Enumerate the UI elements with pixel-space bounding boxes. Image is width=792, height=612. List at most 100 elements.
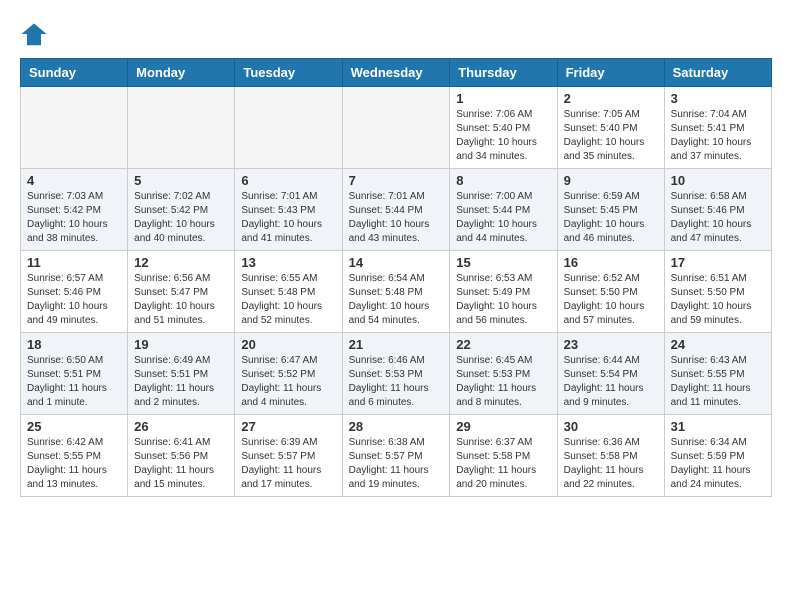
calendar-day-cell: 9 Sunrise: 6:59 AM Sunset: 5:45 PM Daylig… — [557, 169, 664, 251]
day-info: Sunrise: 6:44 AM Sunset: 5:54 PM Dayligh… — [564, 354, 658, 410]
day-number: 31 — [671, 419, 765, 434]
calendar-day-cell: 19 Sunrise: 6:49 AM Sunset: 5:51 PM Dayli… — [128, 333, 235, 415]
calendar-day-cell: 3 Sunrise: 7:04 AM Sunset: 5:41 PM Daylig… — [664, 87, 771, 169]
day-number: 22 — [456, 337, 550, 352]
day-info: Sunrise: 6:52 AM Sunset: 5:50 PM Dayligh… — [564, 272, 658, 328]
day-info: Sunrise: 6:59 AM Sunset: 5:45 PM Dayligh… — [564, 190, 658, 246]
calendar-day-cell: 2Sunrise: 7:05 AM Sunset: 5:40 PM Daylig… — [557, 87, 664, 169]
day-number: 23 — [564, 337, 658, 352]
day-number: 10 — [671, 173, 765, 188]
calendar-day-cell: 25Sunrise: 6:42 AM Sunset: 5:55 PM Dayli… — [21, 415, 128, 497]
column-header-friday: Friday — [557, 59, 664, 87]
day-info: Sunrise: 6:41 AM Sunset: 5:56 PM Dayligh… — [134, 436, 228, 492]
day-info: Sunrise: 7:00 AM Sunset: 5:44 PM Dayligh… — [456, 190, 550, 246]
day-number: 19 — [134, 337, 228, 352]
day-info: Sunrise: 6:36 AM Sunset: 5:58 PM Dayligh… — [564, 436, 658, 492]
day-number: 13 — [241, 255, 335, 270]
day-info: Sunrise: 7:01 AM Sunset: 5:43 PM Dayligh… — [241, 190, 335, 246]
calendar-day-cell: 12Sunrise: 6:56 AM Sunset: 5:47 PM Dayli… — [128, 251, 235, 333]
calendar-day-cell: 1 Sunrise: 7:06 AM Sunset: 5:40 PM Daylig… — [450, 87, 557, 169]
day-info: Sunrise: 6:49 AM Sunset: 5:51 PM Dayligh… — [134, 354, 228, 410]
calendar-day-cell — [128, 87, 235, 169]
day-number: 17 — [671, 255, 765, 270]
calendar-day-cell: 15Sunrise: 6:53 AM Sunset: 5:49 PM Dayli… — [450, 251, 557, 333]
calendar-day-cell: 23 Sunrise: 6:44 AM Sunset: 5:54 PM Dayli… — [557, 333, 664, 415]
day-info: Sunrise: 7:02 AM Sunset: 5:42 PM Dayligh… — [134, 190, 228, 246]
day-info: Sunrise: 7:05 AM Sunset: 5:40 PM Dayligh… — [564, 108, 658, 164]
day-number: 24 — [671, 337, 765, 352]
day-number: 4 — [27, 173, 121, 188]
day-number: 6 — [241, 173, 335, 188]
calendar-week-row: 4 Sunrise: 7:03 AM Sunset: 5:42 PM Daylig… — [21, 169, 772, 251]
day-info: Sunrise: 6:42 AM Sunset: 5:55 PM Dayligh… — [27, 436, 121, 492]
calendar-day-cell: 27 Sunrise: 6:39 AM Sunset: 5:57 PM Dayli… — [235, 415, 342, 497]
calendar-day-cell: 13 Sunrise: 6:55 AM Sunset: 5:48 PM Dayli… — [235, 251, 342, 333]
calendar-day-cell: 31 Sunrise: 6:34 AM Sunset: 5:59 PM Dayli… — [664, 415, 771, 497]
calendar-week-row: 1 Sunrise: 7:06 AM Sunset: 5:40 PM Daylig… — [21, 87, 772, 169]
calendar-week-row: 25Sunrise: 6:42 AM Sunset: 5:55 PM Dayli… — [21, 415, 772, 497]
day-number: 7 — [349, 173, 444, 188]
day-info: Sunrise: 6:50 AM Sunset: 5:51 PM Dayligh… — [27, 354, 121, 410]
calendar-day-cell: 16 Sunrise: 6:52 AM Sunset: 5:50 PM Dayli… — [557, 251, 664, 333]
calendar-day-cell: 14 Sunrise: 6:54 AM Sunset: 5:48 PM Dayli… — [342, 251, 450, 333]
calendar-day-cell: 11 Sunrise: 6:57 AM Sunset: 5:46 PM Dayli… — [21, 251, 128, 333]
column-header-tuesday: Tuesday — [235, 59, 342, 87]
column-header-saturday: Saturday — [664, 59, 771, 87]
calendar-day-cell: 28Sunrise: 6:38 AM Sunset: 5:57 PM Dayli… — [342, 415, 450, 497]
day-number: 11 — [27, 255, 121, 270]
day-number: 26 — [134, 419, 228, 434]
day-number: 9 — [564, 173, 658, 188]
day-number: 28 — [349, 419, 444, 434]
day-info: Sunrise: 6:34 AM Sunset: 5:59 PM Dayligh… — [671, 436, 765, 492]
calendar-day-cell — [21, 87, 128, 169]
day-number: 18 — [27, 337, 121, 352]
day-info: Sunrise: 6:46 AM Sunset: 5:53 PM Dayligh… — [349, 354, 444, 410]
day-number: 3 — [671, 91, 765, 106]
calendar-day-cell: 21 Sunrise: 6:46 AM Sunset: 5:53 PM Dayli… — [342, 333, 450, 415]
logo — [20, 20, 52, 48]
day-info: Sunrise: 7:01 AM Sunset: 5:44 PM Dayligh… — [349, 190, 444, 246]
column-header-wednesday: Wednesday — [342, 59, 450, 87]
calendar-day-cell: 8 Sunrise: 7:00 AM Sunset: 5:44 PM Daylig… — [450, 169, 557, 251]
calendar-day-cell — [342, 87, 450, 169]
calendar-day-cell: 4 Sunrise: 7:03 AM Sunset: 5:42 PM Daylig… — [21, 169, 128, 251]
calendar-day-cell: 6 Sunrise: 7:01 AM Sunset: 5:43 PM Daylig… — [235, 169, 342, 251]
calendar-day-cell: 7 Sunrise: 7:01 AM Sunset: 5:44 PM Daylig… — [342, 169, 450, 251]
day-info: Sunrise: 6:54 AM Sunset: 5:48 PM Dayligh… — [349, 272, 444, 328]
day-info: Sunrise: 6:53 AM Sunset: 5:49 PM Dayligh… — [456, 272, 550, 328]
day-info: Sunrise: 6:55 AM Sunset: 5:48 PM Dayligh… — [241, 272, 335, 328]
column-header-monday: Monday — [128, 59, 235, 87]
calendar-day-cell: 29 Sunrise: 6:37 AM Sunset: 5:58 PM Dayli… — [450, 415, 557, 497]
day-number: 1 — [456, 91, 550, 106]
day-info: Sunrise: 7:04 AM Sunset: 5:41 PM Dayligh… — [671, 108, 765, 164]
day-info: Sunrise: 6:39 AM Sunset: 5:57 PM Dayligh… — [241, 436, 335, 492]
page-header — [20, 20, 772, 48]
day-number: 14 — [349, 255, 444, 270]
calendar-day-cell: 20 Sunrise: 6:47 AM Sunset: 5:52 PM Dayli… — [235, 333, 342, 415]
day-number: 21 — [349, 337, 444, 352]
day-info: Sunrise: 6:45 AM Sunset: 5:53 PM Dayligh… — [456, 354, 550, 410]
day-info: Sunrise: 6:37 AM Sunset: 5:58 PM Dayligh… — [456, 436, 550, 492]
calendar-day-cell: 24 Sunrise: 6:43 AM Sunset: 5:55 PM Dayli… — [664, 333, 771, 415]
calendar-week-row: 11 Sunrise: 6:57 AM Sunset: 5:46 PM Dayli… — [21, 251, 772, 333]
day-number: 29 — [456, 419, 550, 434]
day-number: 27 — [241, 419, 335, 434]
day-number: 20 — [241, 337, 335, 352]
day-info: Sunrise: 6:51 AM Sunset: 5:50 PM Dayligh… — [671, 272, 765, 328]
day-info: Sunrise: 6:58 AM Sunset: 5:46 PM Dayligh… — [671, 190, 765, 246]
calendar-day-cell: 26 Sunrise: 6:41 AM Sunset: 5:56 PM Dayli… — [128, 415, 235, 497]
day-number: 16 — [564, 255, 658, 270]
day-number: 8 — [456, 173, 550, 188]
calendar-header-row: SundayMondayTuesdayWednesdayThursdayFrid… — [21, 59, 772, 87]
day-info: Sunrise: 6:43 AM Sunset: 5:55 PM Dayligh… — [671, 354, 765, 410]
calendar-day-cell: 22 Sunrise: 6:45 AM Sunset: 5:53 PM Dayli… — [450, 333, 557, 415]
day-info: Sunrise: 6:47 AM Sunset: 5:52 PM Dayligh… — [241, 354, 335, 410]
day-info: Sunrise: 6:57 AM Sunset: 5:46 PM Dayligh… — [27, 272, 121, 328]
day-info: Sunrise: 7:03 AM Sunset: 5:42 PM Dayligh… — [27, 190, 121, 246]
calendar-day-cell: 17 Sunrise: 6:51 AM Sunset: 5:50 PM Dayli… — [664, 251, 771, 333]
calendar-day-cell: 18 Sunrise: 6:50 AM Sunset: 5:51 PM Dayli… — [21, 333, 128, 415]
calendar-week-row: 18 Sunrise: 6:50 AM Sunset: 5:51 PM Dayli… — [21, 333, 772, 415]
day-info: Sunrise: 7:06 AM Sunset: 5:40 PM Dayligh… — [456, 108, 550, 164]
column-header-sunday: Sunday — [21, 59, 128, 87]
calendar-day-cell: 10 Sunrise: 6:58 AM Sunset: 5:46 PM Dayli… — [664, 169, 771, 251]
